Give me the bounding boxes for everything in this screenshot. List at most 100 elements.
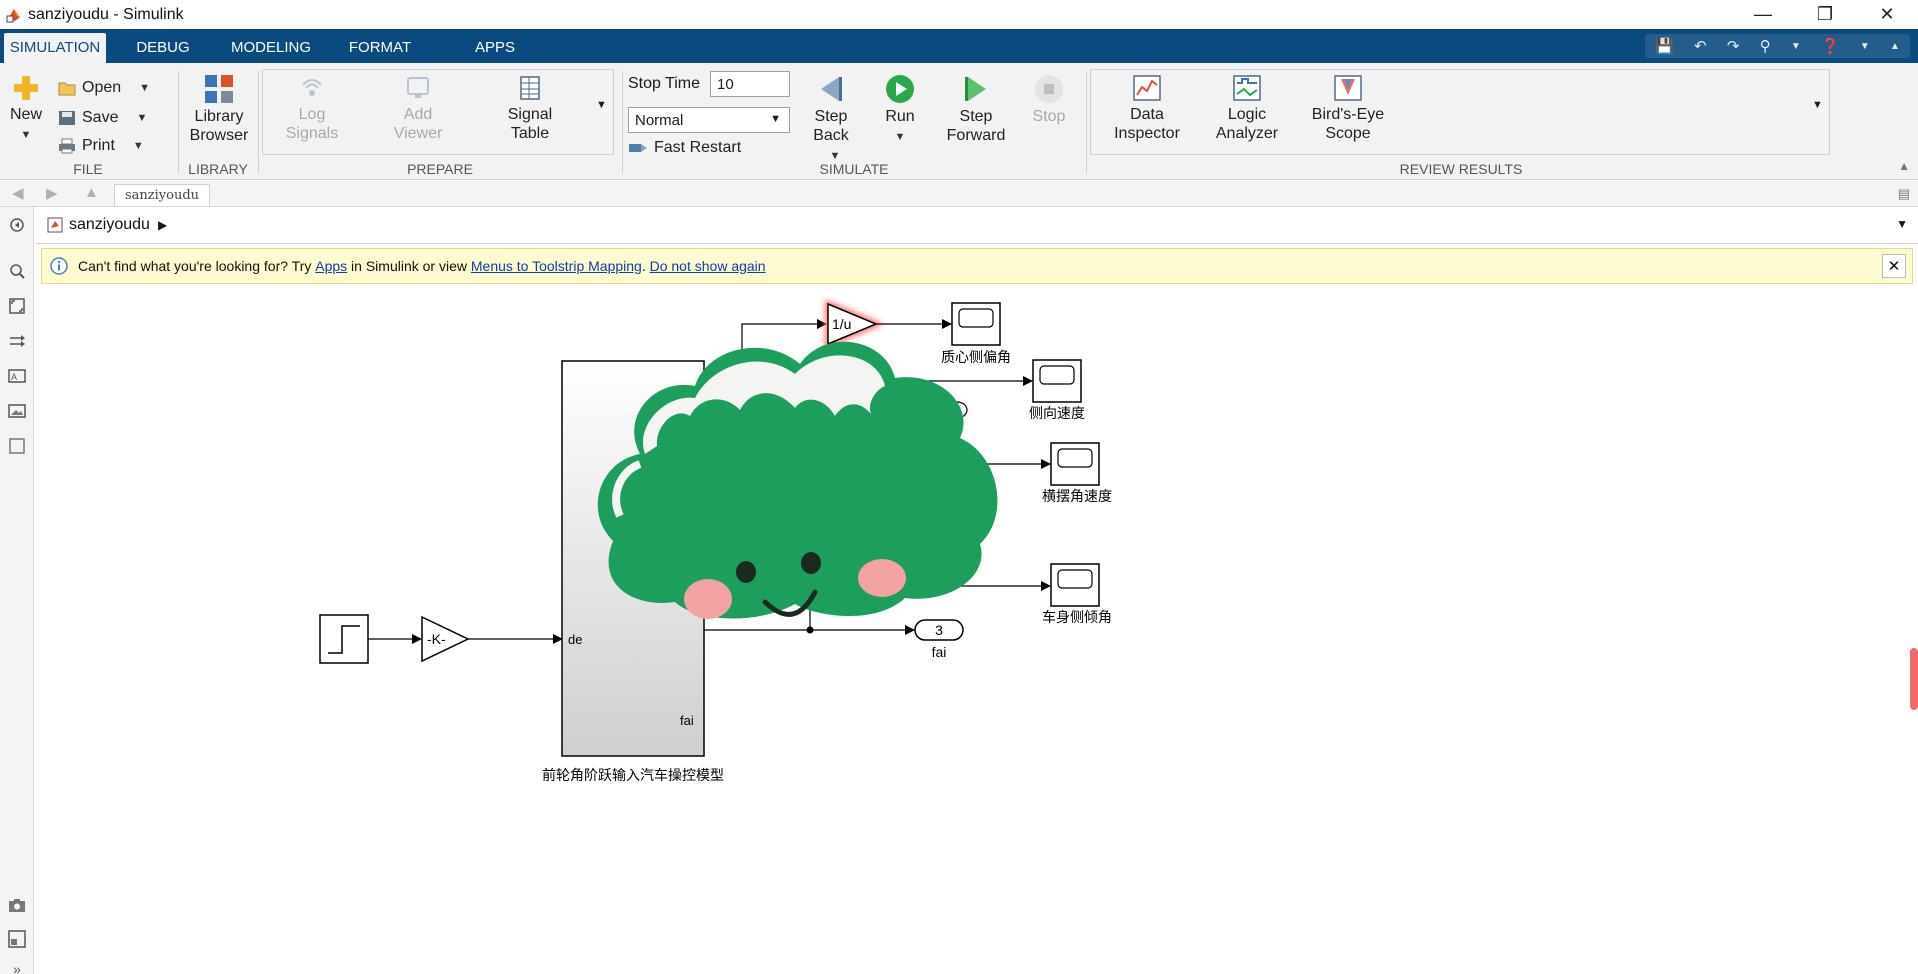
area-icon[interactable]	[7, 436, 27, 456]
log-signals-label-1: Log	[298, 106, 326, 123]
close-window-button[interactable]: ✕	[1856, 0, 1918, 29]
scope-lateral-velocity[interactable]	[1032, 359, 1082, 403]
new-button[interactable]: New ▼	[6, 73, 46, 145]
scope-label-lateral-velocity: 侧向速度	[1029, 406, 1085, 422]
stop-time-input[interactable]: 10	[710, 71, 790, 97]
model-browser-icon[interactable]	[7, 929, 27, 949]
subsystem-input-port-label: de	[568, 632, 582, 647]
simulate-section: Stop Time 10 Normal ▼ Fast Restart Step	[624, 69, 1084, 179]
run-caret-icon: ▼	[894, 131, 906, 143]
birds-eye-scope-button[interactable]: Bird's-Eye Scope	[1302, 73, 1394, 143]
breadcrumb-dropdown-icon[interactable]: ▼	[1896, 217, 1908, 231]
log-signals-button[interactable]: Log Signals	[280, 73, 344, 143]
toolstrip-ribbon: New ▼ Open ▼ Save ▼ Print ▼ FILE Library…	[0, 63, 1918, 180]
scope-sideslip-angle[interactable]	[951, 302, 1001, 346]
dropdown-caret-icon[interactable]: ▼	[1791, 41, 1801, 52]
mode-caret-icon: ▼	[770, 113, 781, 125]
scope-yaw-rate[interactable]	[1050, 442, 1100, 486]
annotation-icon[interactable]: A	[7, 366, 27, 386]
model-tab[interactable]: sanziyoudu	[114, 184, 211, 206]
ribbon-divider	[1086, 71, 1087, 173]
gain-block[interactable]: -K-	[421, 615, 470, 663]
review-expand-icon[interactable]: ▼	[1812, 99, 1823, 111]
restore-button[interactable]: ❐	[1794, 0, 1856, 29]
window-controls: — ❐ ✕	[1732, 0, 1918, 29]
step-back-button[interactable]: Step Back ▼	[802, 73, 860, 166]
fast-restart-toggle[interactable]: Fast Restart	[628, 135, 741, 161]
run-button[interactable]: Run ▼	[876, 73, 924, 147]
simulation-mode-select[interactable]: Normal ▼	[628, 107, 790, 133]
gain-label: -K-	[427, 631, 446, 647]
model-icon	[47, 217, 63, 233]
collapse-toolstrip-icon[interactable]: ▲	[1890, 41, 1900, 52]
tab-debug[interactable]: DEBUG	[124, 33, 202, 63]
help-icon[interactable]: ❓	[1821, 37, 1840, 55]
redo-icon[interactable]: ↷	[1727, 37, 1740, 55]
outport-name: fai	[932, 644, 947, 660]
breadcrumb-arrow-icon[interactable]: ▶	[158, 218, 167, 232]
tab-format[interactable]: FORMAT	[342, 33, 418, 63]
save-button[interactable]: Save ▼	[58, 105, 147, 131]
apps-link[interactable]: Apps	[315, 258, 347, 274]
undo-icon[interactable]: ↶	[1694, 37, 1707, 55]
file-section: New ▼ Open ▼ Save ▼ Print ▼ FILE	[0, 69, 176, 179]
banner-close-button[interactable]: ✕	[1882, 254, 1906, 278]
review-section-label: REVIEW RESULTS	[1399, 161, 1523, 177]
prepare-section-label: PREPARE	[407, 161, 473, 177]
add-viewer-button[interactable]: Add Viewer	[386, 73, 450, 143]
breadcrumb-model[interactable]: sanziyoudu	[69, 216, 150, 234]
back-arrow-icon[interactable]: ◀	[12, 184, 24, 202]
search-docs-icon[interactable]: ⚲	[1760, 37, 1771, 55]
log-signals-label-2: Signals	[285, 125, 339, 142]
minimize-button[interactable]: —	[1732, 0, 1794, 29]
prepare-expand-icon[interactable]: ▼	[596, 99, 607, 111]
vertical-scrollbar[interactable]	[1910, 648, 1918, 710]
new-caret-icon: ▼	[20, 129, 32, 141]
subsystem-name[interactable]: 前轮角阶跃输入汽车操控模型	[542, 767, 724, 784]
image-icon[interactable]	[7, 401, 27, 421]
save-quick-icon[interactable]: 💾	[1655, 37, 1674, 55]
library-browser-button[interactable]: Library Browser	[186, 73, 252, 145]
fit-to-view-icon[interactable]	[7, 296, 27, 316]
show-tabs-icon[interactable]: ▤	[1898, 186, 1910, 202]
data-inspector-button[interactable]: Data Inspector	[1110, 73, 1184, 143]
expand-toolbar-icon[interactable]: »	[7, 959, 27, 974]
stop-button[interactable]: Stop	[1026, 73, 1072, 126]
screenshot-camera-icon[interactable]	[7, 895, 27, 915]
banner-text-1: Can't find what you're looking for? Try	[78, 258, 316, 274]
step-forward-icon	[965, 77, 986, 101]
outport-fai[interactable]: 3	[914, 619, 964, 641]
model-canvas[interactable]: -K- de fai 前轮角阶跃输入汽车操控模型 1/u 质心侧偏角 侧向速度 …	[35, 286, 1918, 974]
collapse-ribbon-icon[interactable]: ▲	[1898, 159, 1910, 173]
subsystem-output-port-label: fai	[680, 713, 694, 728]
menus-mapping-link[interactable]: Menus to Toolstrip Mapping	[471, 258, 642, 274]
signal-table-label-1: Signal	[507, 106, 553, 123]
do-not-show-again-link[interactable]: Do not show again	[650, 258, 766, 274]
up-arrow-icon[interactable]: ▲	[84, 184, 99, 201]
logic-analyzer-label-1: Logic	[1227, 106, 1267, 123]
forward-arrow-icon[interactable]: ▶	[46, 184, 58, 202]
review-gallery	[1090, 69, 1830, 155]
review-results-section: Data Inspector Logic Analyzer Bird's-Eye…	[1088, 69, 1834, 179]
signal-table-button[interactable]: Signal Table	[498, 73, 562, 143]
step-block[interactable]	[319, 614, 369, 664]
scope-roll-angle[interactable]	[1050, 563, 1100, 607]
data-inspector-icon	[1133, 75, 1161, 101]
open-button[interactable]: Open ▼	[58, 75, 150, 101]
help-caret-icon[interactable]: ▼	[1860, 41, 1870, 52]
fast-restart-icon	[629, 144, 647, 152]
stop-time-label: Stop Time	[628, 75, 701, 92]
reciprocal-gain-block[interactable]: 1/u	[825, 299, 884, 349]
print-button[interactable]: Print ▼	[58, 133, 144, 159]
step-forward-button[interactable]: Step Forward	[942, 73, 1010, 145]
breadcrumb: sanziyoudu ▶ ▼	[35, 207, 1918, 244]
tab-modeling[interactable]: MODELING	[226, 33, 316, 63]
arrow-direction-icon[interactable]	[7, 331, 27, 351]
tab-apps[interactable]: APPS	[462, 33, 528, 63]
logic-analyzer-button[interactable]: Logic Analyzer	[1210, 73, 1284, 143]
tab-simulation[interactable]: SIMULATION	[4, 33, 106, 63]
hide-explorer-icon[interactable]	[7, 215, 27, 235]
zoom-icon[interactable]	[7, 261, 27, 281]
canvas-left-toolbar: A »	[0, 207, 34, 974]
save-disk-icon	[59, 111, 75, 125]
